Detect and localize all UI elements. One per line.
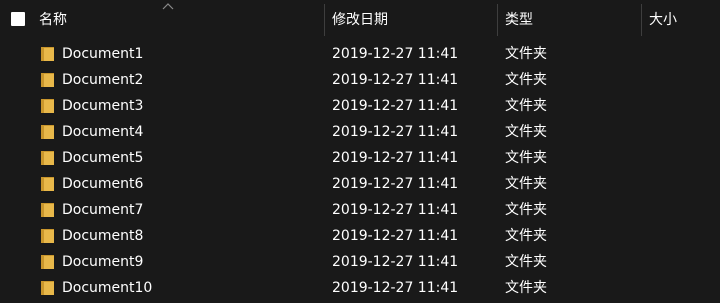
folder-icon <box>41 255 54 269</box>
column-header-row: 名称 修改日期 类型 大小 <box>0 0 720 40</box>
file-row[interactable]: Document5 2019-12-27 11:41 文件夹 <box>0 145 720 171</box>
column-header-size[interactable]: 大小 <box>649 0 720 40</box>
folder-icon <box>41 151 54 165</box>
file-type: 文件夹 <box>505 254 547 270</box>
folder-icon <box>41 125 54 139</box>
file-date-modified: 2019-12-27 11:41 <box>332 72 459 88</box>
file-name: Document6 <box>62 176 144 192</box>
file-row[interactable]: Document4 2019-12-27 11:41 文件夹 <box>0 119 720 145</box>
file-name: Document3 <box>62 98 144 114</box>
file-name: Document1 <box>62 46 144 62</box>
file-type: 文件夹 <box>505 46 547 62</box>
file-name: Document7 <box>62 202 144 218</box>
file-type: 文件夹 <box>505 150 547 166</box>
file-date-modified: 2019-12-27 11:41 <box>332 98 459 114</box>
file-row[interactable]: Document8 2019-12-27 11:41 文件夹 <box>0 223 720 249</box>
file-name: Document2 <box>62 72 144 88</box>
column-divider[interactable] <box>641 4 642 36</box>
column-divider[interactable] <box>497 4 498 36</box>
file-rows: Document1 2019-12-27 11:41 文件夹 Document2… <box>0 41 720 301</box>
column-divider[interactable] <box>324 4 325 36</box>
file-date-modified: 2019-12-27 11:41 <box>332 202 459 218</box>
file-type: 文件夹 <box>505 280 547 296</box>
file-type: 文件夹 <box>505 176 547 192</box>
file-type: 文件夹 <box>505 202 547 218</box>
file-date-modified: 2019-12-27 11:41 <box>332 254 459 270</box>
folder-icon <box>41 281 54 295</box>
file-name: Document8 <box>62 228 144 244</box>
file-date-modified: 2019-12-27 11:41 <box>332 46 459 62</box>
file-name: Document5 <box>62 150 144 166</box>
file-type: 文件夹 <box>505 124 547 140</box>
file-name: Document10 <box>62 280 153 296</box>
column-header-type[interactable]: 类型 <box>505 0 641 40</box>
folder-icon <box>41 229 54 243</box>
column-header-name[interactable]: 名称 <box>39 0 323 40</box>
file-row[interactable]: Document9 2019-12-27 11:41 文件夹 <box>0 249 720 275</box>
file-date-modified: 2019-12-27 11:41 <box>332 228 459 244</box>
file-row[interactable]: Document6 2019-12-27 11:41 文件夹 <box>0 171 720 197</box>
select-all-checkbox[interactable] <box>11 12 25 26</box>
file-row[interactable]: Document1 2019-12-27 11:41 文件夹 <box>0 41 720 67</box>
file-row[interactable]: Document7 2019-12-27 11:41 文件夹 <box>0 197 720 223</box>
file-date-modified: 2019-12-27 11:41 <box>332 176 459 192</box>
file-row[interactable]: Document3 2019-12-27 11:41 文件夹 <box>0 93 720 119</box>
folder-icon <box>41 203 54 217</box>
folder-icon <box>41 177 54 191</box>
folder-icon <box>41 99 54 113</box>
file-type: 文件夹 <box>505 72 547 88</box>
file-row[interactable]: Document10 2019-12-27 11:41 文件夹 <box>0 275 720 301</box>
file-list-view: 名称 修改日期 类型 大小 Document1 2019-12-27 11:41… <box>0 0 720 303</box>
file-type: 文件夹 <box>505 228 547 244</box>
file-row[interactable]: Document2 2019-12-27 11:41 文件夹 <box>0 67 720 93</box>
file-name: Document4 <box>62 124 144 140</box>
file-type: 文件夹 <box>505 98 547 114</box>
folder-icon <box>41 47 54 61</box>
file-name: Document9 <box>62 254 144 270</box>
column-header-date-modified[interactable]: 修改日期 <box>332 0 496 40</box>
file-date-modified: 2019-12-27 11:41 <box>332 150 459 166</box>
file-date-modified: 2019-12-27 11:41 <box>332 280 459 296</box>
file-date-modified: 2019-12-27 11:41 <box>332 124 459 140</box>
folder-icon <box>41 73 54 87</box>
